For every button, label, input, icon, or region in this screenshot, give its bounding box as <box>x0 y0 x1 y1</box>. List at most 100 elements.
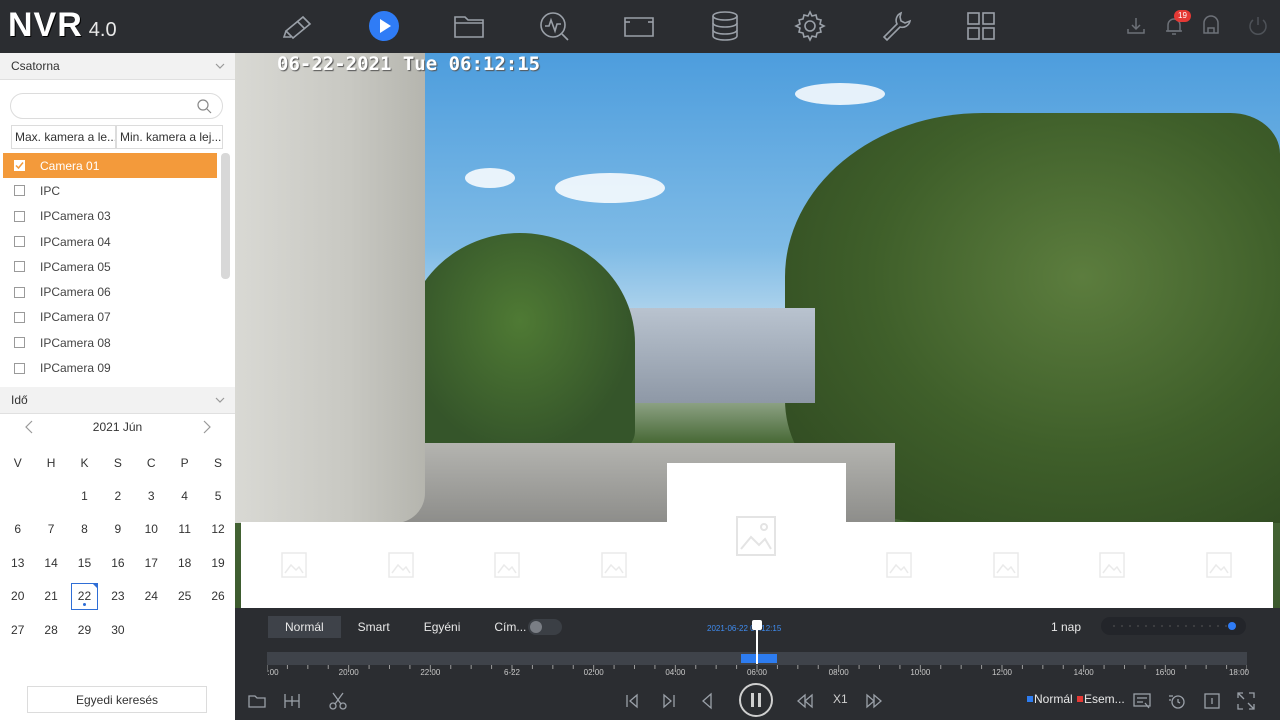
playback-icon[interactable] <box>366 8 402 44</box>
calendar-day[interactable]: 11 <box>168 513 201 546</box>
camera-list-item[interactable]: IPCamera 07 <box>3 305 217 330</box>
previous-frame-icon[interactable] <box>621 690 643 712</box>
folder-icon[interactable] <box>246 690 268 712</box>
calendar-day[interactable]: 12 <box>201 513 234 546</box>
camera-list-item[interactable]: IPC <box>3 178 217 203</box>
settings-icon[interactable] <box>792 8 828 44</box>
calendar-day[interactable]: 28 <box>34 613 67 646</box>
timeline-cursor[interactable] <box>756 624 758 664</box>
calendar-day-selected[interactable]: 22 <box>70 582 99 610</box>
notification-bell-icon[interactable]: 19 <box>1162 10 1191 38</box>
calendar-day[interactable]: 14 <box>34 546 67 579</box>
calendar-day[interactable]: 18 <box>168 546 201 579</box>
calendar-day[interactable]: 7 <box>34 513 67 546</box>
export-list-icon[interactable] <box>1131 690 1153 712</box>
next-frame-icon[interactable] <box>658 690 680 712</box>
calendar-day[interactable]: 4 <box>168 479 201 512</box>
layout-icon[interactable] <box>963 8 999 44</box>
pause-button[interactable] <box>739 683 773 717</box>
maintenance-icon[interactable] <box>878 8 914 44</box>
camera-icon[interactable] <box>621 8 657 44</box>
scissors-icon[interactable] <box>327 690 349 712</box>
calendar-day[interactable]: 8 <box>68 513 101 546</box>
calendar-day-number: 1 <box>81 489 88 504</box>
calendar-day[interactable]: 3 <box>135 479 168 512</box>
live-view-icon[interactable] <box>280 8 316 44</box>
playback-mode-tabs: Normál Smart Egyéni Cím... <box>268 616 543 638</box>
custom-search-button[interactable]: Egyedi keresés <box>27 686 207 713</box>
file-icon[interactable] <box>451 8 487 44</box>
calendar-day[interactable]: 20 <box>1 580 34 613</box>
time-section-header[interactable]: Idő <box>0 387 235 414</box>
mode-tab[interactable]: Smart <box>341 616 407 638</box>
camera-list-item[interactable]: IPCamera 03 <box>3 204 217 229</box>
camera-checkbox[interactable] <box>14 160 25 172</box>
camera-list-scrollbar[interactable] <box>221 153 230 279</box>
calendar-day-number: 26 <box>211 589 225 604</box>
calendar-day[interactable]: 13 <box>1 546 34 579</box>
camera-checkbox[interactable] <box>14 337 25 349</box>
calendar-day[interactable]: 29 <box>68 613 101 646</box>
video-view[interactable]: 06-22-2021 Tue 06:12:15 <box>235 53 1280 608</box>
camera-checkbox[interactable] <box>14 236 25 248</box>
mode-tab[interactable]: Normál <box>268 616 341 638</box>
calendar-day[interactable]: 26 <box>201 580 234 613</box>
camera-checkbox[interactable] <box>14 185 25 197</box>
camera-list-item[interactable]: IPCamera 06 <box>3 279 217 304</box>
legend-event: Esem... <box>1077 692 1125 706</box>
next-month-icon[interactable] <box>201 420 213 434</box>
camera-checkbox[interactable] <box>14 210 25 222</box>
channel-search-input[interactable] <box>10 93 223 119</box>
camera-list-item[interactable]: IPCamera 09 <box>3 355 217 380</box>
calendar-day[interactable]: 10 <box>135 513 168 546</box>
camera-checkbox[interactable] <box>14 261 25 273</box>
reverse-play-icon[interactable] <box>696 690 718 712</box>
search-icon[interactable] <box>196 98 212 114</box>
storage-icon[interactable] <box>707 8 743 44</box>
timeline-zoom-slider[interactable] <box>1101 617 1246 635</box>
fast-forward-icon[interactable] <box>863 690 885 712</box>
camera-list-item[interactable]: IPCamera 04 <box>3 229 217 254</box>
calendar-day[interactable]: 2 <box>101 479 134 512</box>
channel-section-header[interactable]: Csatorna <box>0 53 235 80</box>
camera-checkbox[interactable] <box>14 362 25 374</box>
calendar-day[interactable]: 24 <box>135 580 168 613</box>
calendar-day[interactable]: 17 <box>135 546 168 579</box>
calendar-day-number: 19 <box>211 555 225 570</box>
user-account-icon[interactable] <box>1199 14 1223 38</box>
camera-list-item[interactable]: IPCamera 05 <box>3 254 217 279</box>
sort-max-button[interactable]: Max. kamera a le... <box>11 125 116 149</box>
calendar-day[interactable]: 9 <box>101 513 134 546</box>
calendar-day[interactable]: 16 <box>101 546 134 579</box>
recording-dot <box>82 602 86 606</box>
calendar-day[interactable]: 19 <box>201 546 234 579</box>
calendar-day[interactable]: 15 <box>68 546 101 579</box>
weekday-label: S <box>214 455 223 470</box>
sort-min-button[interactable]: Min. kamera a lej... <box>116 125 223 149</box>
mode-tab[interactable]: Egyéni <box>407 616 478 638</box>
camera-checkbox[interactable] <box>14 286 25 298</box>
single-window-icon[interactable] <box>1201 690 1223 712</box>
calendar-day[interactable]: 27 <box>1 613 34 646</box>
smart-analysis-icon[interactable] <box>536 8 572 44</box>
calendar-day[interactable]: 5 <box>201 479 234 512</box>
power-icon[interactable] <box>1246 14 1270 38</box>
calendar-day[interactable]: 30 <box>101 613 134 646</box>
tag-toggle[interactable] <box>528 619 562 635</box>
calendar-day[interactable]: 1 <box>68 479 101 512</box>
image-placeholder-icon <box>494 552 520 578</box>
calendar-day[interactable]: 21 <box>34 580 67 613</box>
camera-list-item[interactable]: IPCamera 08 <box>3 330 217 355</box>
event-search-icon[interactable] <box>1166 690 1188 712</box>
clip-range-icon[interactable] <box>281 690 303 712</box>
calendar-day[interactable]: 6 <box>1 513 34 546</box>
calendar-day[interactable]: 23 <box>101 580 134 613</box>
fullscreen-icon[interactable] <box>1235 690 1257 712</box>
camera-list-item[interactable]: Camera 01 <box>3 153 217 179</box>
download-icon[interactable] <box>1124 14 1148 38</box>
timeline-range-label[interactable]: 1 nap <box>1051 620 1081 634</box>
rewind-icon[interactable] <box>794 690 816 712</box>
image-placeholder-icon <box>886 552 912 578</box>
calendar-day[interactable]: 25 <box>168 580 201 613</box>
camera-checkbox[interactable] <box>14 311 25 323</box>
